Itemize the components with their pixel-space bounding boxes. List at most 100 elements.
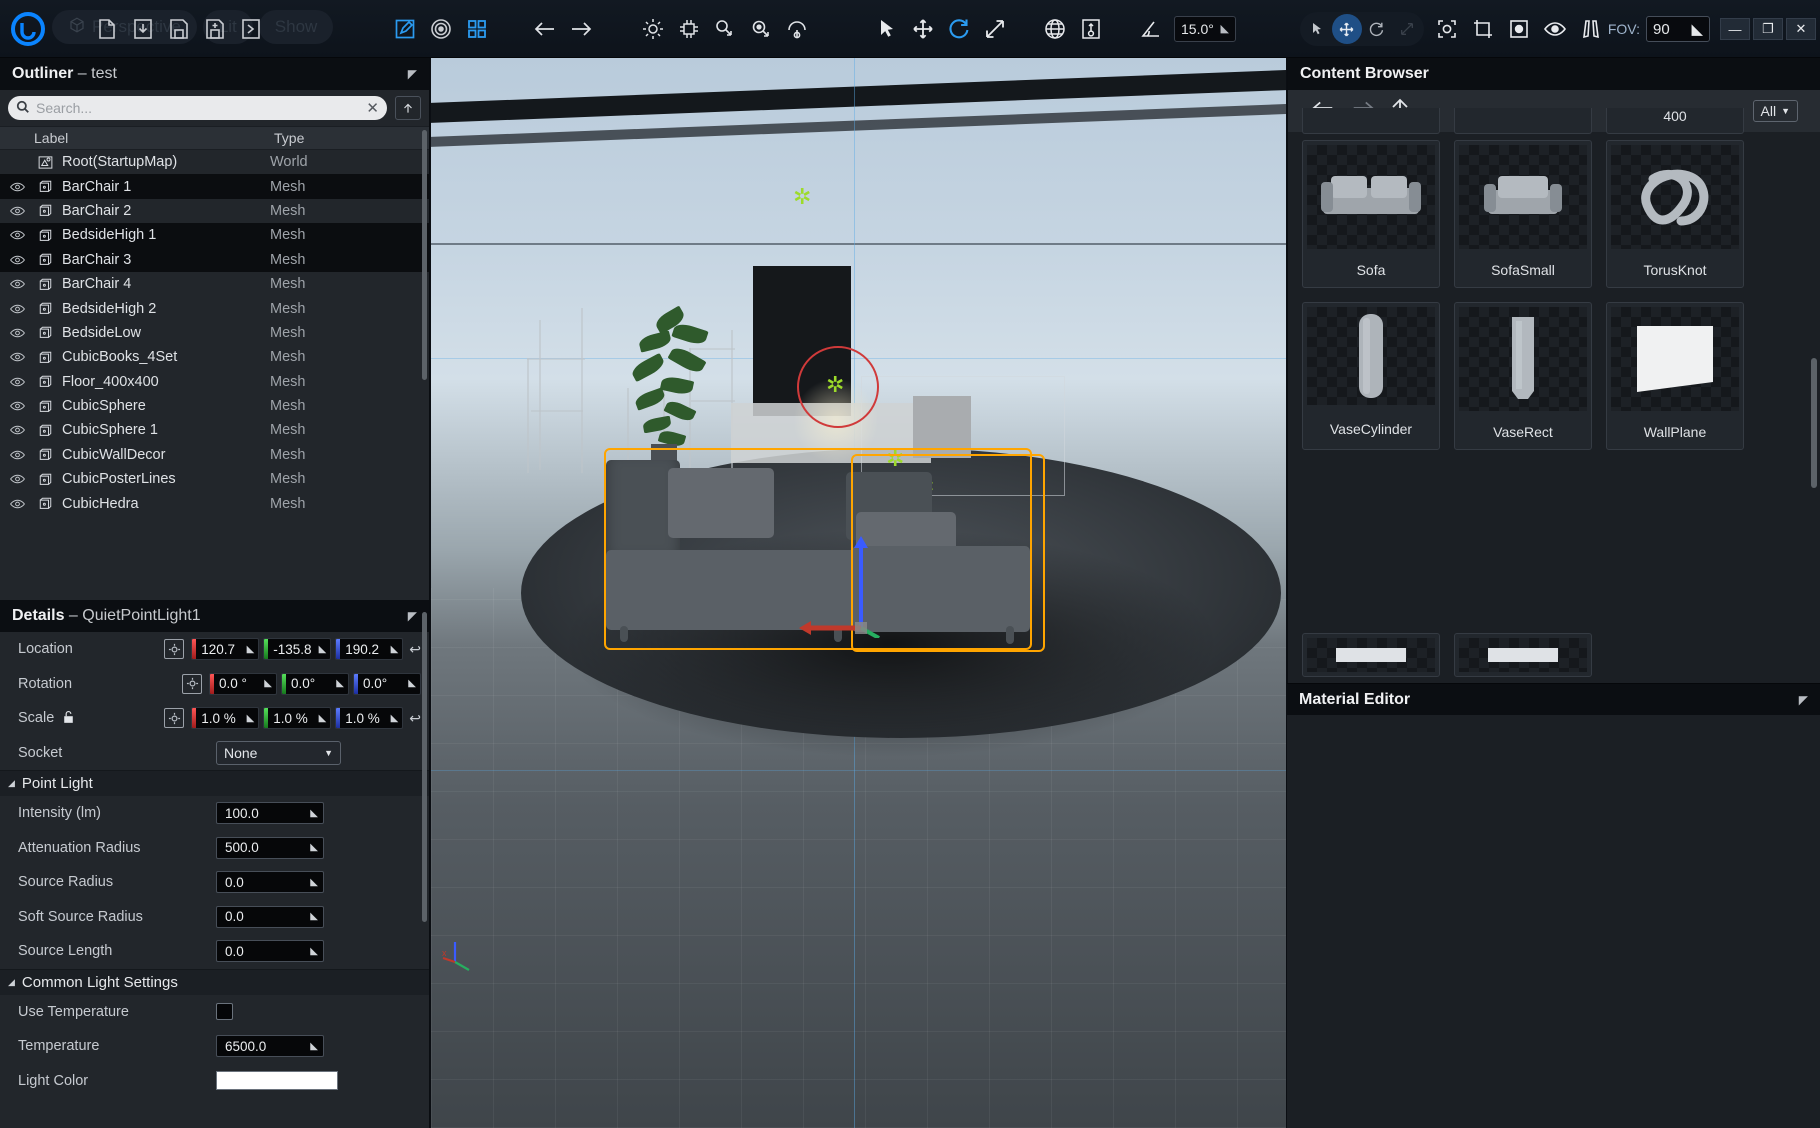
- save-file-button[interactable]: [162, 12, 196, 46]
- local-space-button[interactable]: [1074, 12, 1108, 46]
- eye-icon[interactable]: [0, 254, 34, 266]
- mode-rotate-button[interactable]: [1362, 14, 1392, 44]
- soft-source-radius-field[interactable]: 0.0 ◣: [216, 905, 324, 928]
- outliner-row[interactable]: BedsideHigh 1 Mesh: [0, 223, 429, 248]
- move-tool-button[interactable]: [906, 12, 940, 46]
- outliner-row[interactable]: CubicBooks_4Set Mesh: [0, 345, 429, 369]
- unreal-logo-icon[interactable]: [6, 7, 50, 51]
- outliner-row[interactable]: CubicPosterLines Mesh: [0, 467, 429, 491]
- add-actor-button[interactable]: [672, 12, 706, 46]
- rotation-y-field[interactable]: 0.0° ◣: [281, 672, 349, 695]
- axis-lock-icon[interactable]: [164, 708, 185, 729]
- asset-card[interactable]: WallPlane: [1606, 302, 1744, 450]
- reset-location-button[interactable]: ↩: [409, 641, 421, 658]
- spinner-icon[interactable]: ◣: [319, 644, 327, 655]
- eye-icon[interactable]: [0, 498, 34, 510]
- location-y-field[interactable]: -135.8 ◣: [263, 638, 332, 661]
- outliner-row[interactable]: CubicSphere Mesh: [0, 394, 429, 418]
- spinner-icon[interactable]: ◣: [319, 713, 327, 724]
- minimize-button[interactable]: —: [1720, 18, 1750, 40]
- angle-snap-field[interactable]: 15.0° ◣: [1174, 15, 1236, 42]
- unlock-icon[interactable]: [62, 710, 75, 727]
- fov-spinner-icon[interactable]: ◣: [1691, 20, 1703, 38]
- eye-icon[interactable]: [0, 327, 34, 339]
- asset-grid[interactable]: 400 Sofa SofaSmall TorusKnot VaseCylinder Va…: [1288, 100, 1812, 643]
- collapse-caret-icon[interactable]: ◤: [408, 67, 417, 81]
- visibility-toggle-button[interactable]: [1538, 12, 1572, 46]
- rotation-z-field[interactable]: 0.0° ◣: [353, 672, 421, 695]
- grid-layout-button[interactable]: [460, 12, 494, 46]
- fov-field[interactable]: 90 ◣: [1646, 16, 1710, 42]
- source-length-field[interactable]: 0.0 ◣: [216, 940, 324, 963]
- add-spot-light-button[interactable]: [744, 12, 778, 46]
- eye-icon[interactable]: [0, 181, 34, 193]
- attenuation-radius-field[interactable]: 500.0 ◣: [216, 836, 324, 859]
- scale-tool-button[interactable]: [978, 12, 1012, 46]
- outliner-row[interactable]: Floor_400x400 Mesh: [0, 370, 429, 394]
- outliner-row[interactable]: BedsideLow Mesh: [0, 321, 429, 345]
- spinner-icon[interactable]: ◣: [247, 644, 255, 655]
- close-button[interactable]: ✕: [1786, 18, 1816, 40]
- camera-frustum-button[interactable]: [1574, 12, 1608, 46]
- outliner-row[interactable]: BarChair 1 Mesh: [0, 174, 429, 199]
- outliner-row[interactable]: BarChair 2 Mesh: [0, 199, 429, 223]
- rotation-x-field[interactable]: 0.0 ° ◣: [209, 672, 277, 695]
- details-scrollbar[interactable]: [422, 612, 427, 922]
- spinner-icon[interactable]: ◣: [247, 713, 255, 724]
- save-as-button[interactable]: [198, 12, 232, 46]
- outliner-row[interactable]: CubicHedra Mesh: [0, 491, 429, 510]
- world-space-button[interactable]: [1038, 12, 1072, 46]
- outliner-row[interactable]: BarChair 4 Mesh: [0, 272, 429, 296]
- edit-mode-button[interactable]: [388, 12, 422, 46]
- spinner-icon[interactable]: ◣: [391, 644, 399, 655]
- collapse-caret-icon[interactable]: ◤: [408, 609, 417, 623]
- add-sky-light-button[interactable]: [780, 12, 814, 46]
- spinner-icon[interactable]: ◣: [310, 911, 318, 922]
- collapse-caret-icon[interactable]: ◤: [1799, 693, 1808, 707]
- crop-frame-button[interactable]: [1466, 12, 1500, 46]
- reset-scale-button[interactable]: ↩: [409, 710, 421, 727]
- spinner-icon[interactable]: ◣: [310, 808, 318, 819]
- content-browser-scrollbar[interactable]: [1811, 358, 1817, 488]
- eye-icon[interactable]: [0, 449, 34, 461]
- eye-icon[interactable]: [0, 376, 34, 388]
- scale-y-field[interactable]: 1.0 % ◣: [263, 707, 332, 730]
- spinner-icon[interactable]: ◣: [310, 1041, 318, 1052]
- translate-gizmo[interactable]: [791, 518, 931, 643]
- outliner-row[interactable]: BedsideHigh 2 Mesh: [0, 296, 429, 320]
- asset-card-partial[interactable]: [1454, 633, 1592, 677]
- search-input[interactable]: Search... ✕: [8, 96, 387, 120]
- outliner-row[interactable]: Root(StartupMap) World: [0, 150, 429, 174]
- select-tool-button[interactable]: [870, 12, 904, 46]
- axis-lock-icon[interactable]: [164, 639, 185, 660]
- spinner-icon[interactable]: ◣: [310, 946, 318, 957]
- scale-x-field[interactable]: 1.0 % ◣: [191, 707, 260, 730]
- spinner-icon[interactable]: ◣: [310, 842, 318, 853]
- outliner-tree[interactable]: Root(StartupMap) World BarChair 1 Mesh BarCh…: [0, 150, 429, 510]
- source-radius-field[interactable]: 0.0 ◣: [216, 871, 324, 894]
- eye-icon[interactable]: [0, 424, 34, 436]
- mode-scale-button[interactable]: [1392, 14, 1422, 44]
- spinner-icon[interactable]: ◣: [408, 678, 416, 689]
- asset-card[interactable]: TorusKnot: [1606, 140, 1744, 288]
- eye-icon[interactable]: [0, 229, 34, 241]
- location-x-field[interactable]: 120.7 ◣: [191, 638, 260, 661]
- scale-z-field[interactable]: 1.0 % ◣: [335, 707, 404, 730]
- use-temperature-checkbox[interactable]: [216, 1003, 233, 1021]
- add-directional-light-button[interactable]: [636, 12, 670, 46]
- new-file-button[interactable]: [90, 12, 124, 46]
- temperature-field[interactable]: 6500.0 ◣: [216, 1035, 324, 1058]
- clear-x-icon[interactable]: ✕: [366, 99, 379, 117]
- light-gizmo-2[interactable]: ✲: [826, 374, 844, 396]
- expand-up-icon[interactable]: [395, 96, 421, 120]
- spinner-icon[interactable]: ◣: [336, 678, 344, 689]
- location-z-field[interactable]: 190.2 ◣: [335, 638, 404, 661]
- eye-icon[interactable]: [0, 278, 34, 290]
- spinner-icon[interactable]: ◣: [391, 713, 399, 724]
- 3d-viewport[interactable]: ✲ ✲ ✲ ✲: [431, 58, 1286, 1128]
- eye-icon[interactable]: [0, 473, 34, 485]
- back-button[interactable]: [528, 12, 562, 46]
- outliner-row[interactable]: CubicSphere 1 Mesh: [0, 418, 429, 442]
- asset-card-partial[interactable]: [1302, 633, 1440, 677]
- asset-card[interactable]: SofaSmall: [1454, 140, 1592, 288]
